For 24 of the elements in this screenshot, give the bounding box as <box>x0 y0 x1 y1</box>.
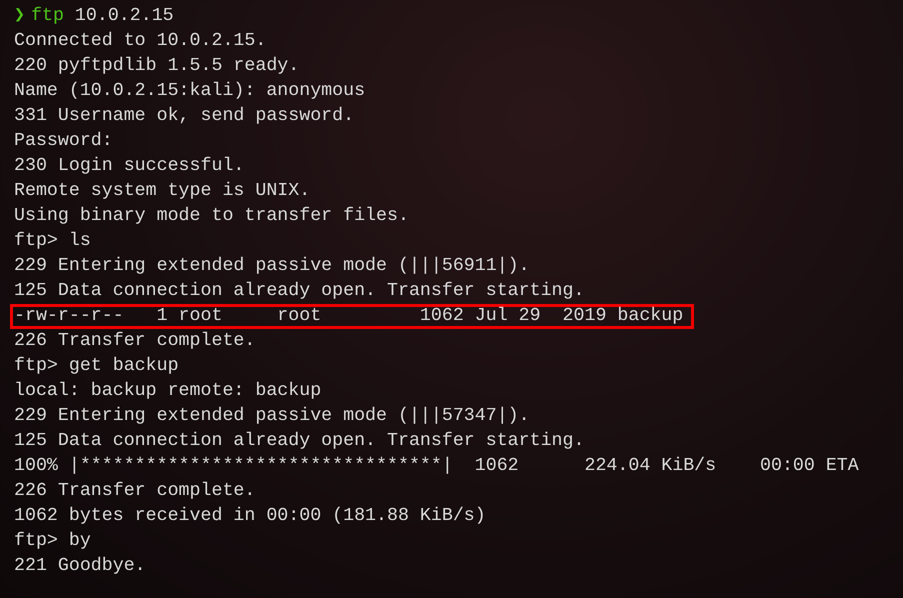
command-argument: 10.0.2.15 <box>74 5 174 28</box>
terminal-line: local: backup remote: backup <box>14 380 322 403</box>
terminal-line: 229 Entering extended passive mode (|||57347|). <box>14 405 530 428</box>
prompt-symbol: ❯ <box>14 5 26 28</box>
terminal-line: 1062 bytes received in 00:00 (181.88 KiB/s) <box>14 505 486 528</box>
command-name: ftp <box>31 5 64 28</box>
terminal-line: 226 Transfer complete. <box>14 480 256 503</box>
terminal-line: 221 Goodbye. <box>14 555 146 578</box>
terminal-line: ftp> ls <box>14 230 91 253</box>
terminal-line: 229 Entering extended passive mode (|||56911|). <box>14 255 530 278</box>
terminal-line: 230 Login successful. <box>14 155 244 178</box>
terminal-line: 125 Data connection already open. Transfer starting. <box>14 280 584 303</box>
terminal-line: ftp> by <box>14 530 91 553</box>
terminal-line: Using binary mode to transfer files. <box>14 205 409 228</box>
terminal-line: Name (10.0.2.15:kali): anonymous <box>14 80 366 103</box>
terminal-line: Password: <box>14 130 113 153</box>
terminal-line: 226 Transfer complete. <box>14 330 256 353</box>
terminal-line: 331 Username ok, send password. <box>14 105 354 128</box>
terminal-line: Connected to 10.0.2.15. <box>14 30 266 53</box>
terminal-line: ftp> get backup <box>14 355 179 378</box>
terminal-line: 100% |*********************************| 1062 224.04 KiB/s 00:00 ETA <box>14 455 859 478</box>
terminal-line: 125 Data connection already open. Transfer starting. <box>14 430 584 453</box>
terminal-line: Remote system type is UNIX. <box>14 180 310 203</box>
terminal-line: 220 pyftpdlib 1.5.5 ready. <box>14 55 300 78</box>
